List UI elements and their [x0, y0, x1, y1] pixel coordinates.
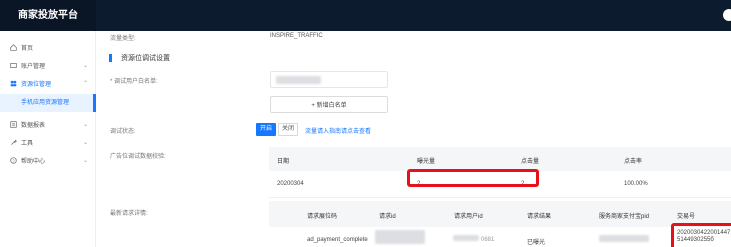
section-title-text: 资源位调试设置 [121, 55, 170, 62]
debug-off-button[interactable]: 关闭 [278, 123, 298, 136]
sidebar-item-label: 资源位管理 [21, 81, 52, 88]
sidebar: 首页 账户管理 ⌄ 资源位管理 ⌃ 手机应用资源管理 数据报表 ⌄ 工具 ⌄ ?… [0, 31, 96, 247]
request-table-header: 请求展位码 请求id 请求用户id 请求结果 服务商家支付宝pid 交易号 [269, 201, 731, 227]
svg-text:?: ? [12, 158, 15, 163]
whitelist-label: * 调试用户白名单: [110, 79, 158, 85]
sidebar-item-label: 账户管理 [21, 63, 46, 70]
chevron-down-icon: ⌄ [82, 157, 88, 164]
request-label: 最新请求详情: [110, 211, 148, 217]
main-content: 流量类型: INSPIRE_TRAFFIC 资源位调试设置 * 调试用户白名单:… [96, 31, 731, 247]
stats-label: 广告位调试数据校验: [110, 154, 166, 160]
chevron-down-icon: ⌄ [82, 121, 88, 128]
stats-header-clicks: 点击量 [521, 159, 540, 165]
request-header-pid: 服务商家支付宝pid [599, 214, 650, 220]
highlight-box [671, 223, 731, 247]
sidebar-item-home[interactable]: 首页 [0, 38, 96, 56]
redacted-pid [599, 235, 649, 242]
add-whitelist-button[interactable]: + 新增白名单 [270, 96, 388, 113]
stats-header-date: 日期 [277, 159, 290, 165]
sidebar-item-label: 数据报表 [21, 122, 46, 129]
traffic-type-label: 流量类型: [110, 36, 136, 42]
traffic-type-value: INSPIRE_TRAFFIC [270, 33, 323, 39]
stats-cell-ctr: 100.00% [624, 181, 648, 187]
request-header-result: 请求结果 [527, 214, 552, 220]
home-icon [8, 43, 18, 51]
request-header-trade-no: 交易号 [677, 214, 696, 220]
section-title: 资源位调试设置 [109, 53, 170, 63]
section-marker [109, 54, 112, 62]
sidebar-item-report[interactable]: 数据报表 ⌄ [0, 115, 96, 133]
redacted-request-id [375, 230, 425, 244]
whitelist-input[interactable] [270, 71, 388, 88]
tool-icon [8, 139, 18, 146]
help-icon: ? [8, 156, 18, 164]
sidebar-item-label: 首页 [21, 45, 34, 52]
chevron-down-icon: ⌄ [82, 62, 88, 69]
sidebar-item-label: 帮助中心 [21, 158, 46, 165]
table-row: ad_payment_complete 0681 已曝光 20200304220… [269, 227, 731, 247]
sidebar-item-label: 工具 [21, 140, 34, 147]
debug-on-button[interactable]: 开启 [256, 123, 276, 136]
sidebar-subitem-app-resource[interactable]: 手机应用资源管理 [0, 94, 96, 112]
request-cell-slot: ad_payment_complete [307, 237, 368, 243]
sidebar-item-account[interactable]: 账户管理 ⌄ [0, 56, 96, 74]
brand-title: 商家投放平台 [0, 0, 96, 31]
stats-table-header: 日期 曝光量 点击量 点击率 [269, 147, 731, 171]
sidebar-item-tools[interactable]: 工具 ⌄ [0, 133, 96, 151]
request-cell-result: 已曝光 [527, 240, 546, 246]
debug-status-label: 调试状态: [110, 129, 136, 135]
sidebar-item-resource[interactable]: 资源位管理 ⌃ [0, 74, 96, 92]
account-icon [8, 62, 18, 69]
chevron-down-icon: ⌄ [82, 139, 88, 146]
stats-cell-date: 20200304 [277, 181, 304, 187]
stats-header-ctr: 点击率 [624, 159, 643, 165]
request-header-id: 请求id [379, 214, 396, 220]
resource-icon [8, 80, 18, 87]
redacted-user-id [453, 235, 479, 241]
request-cell-userid: 0681 [481, 237, 495, 243]
sidebar-item-help[interactable]: ? 帮助中心 ⌄ [0, 151, 96, 169]
avatar[interactable] [723, 9, 731, 21]
request-header-userid: 请求用户id [454, 214, 483, 220]
highlight-box [407, 169, 539, 187]
stats-header-impressions: 曝光量 [417, 159, 436, 165]
chevron-up-icon: ⌃ [82, 80, 88, 87]
debug-guide-link[interactable]: 流量请入指南请点击查看 [305, 126, 371, 135]
report-icon [8, 120, 18, 128]
request-header-slot: 请求展位码 [307, 214, 338, 220]
redacted-text [276, 76, 321, 84]
top-bar: 商家投放平台 [0, 0, 731, 31]
